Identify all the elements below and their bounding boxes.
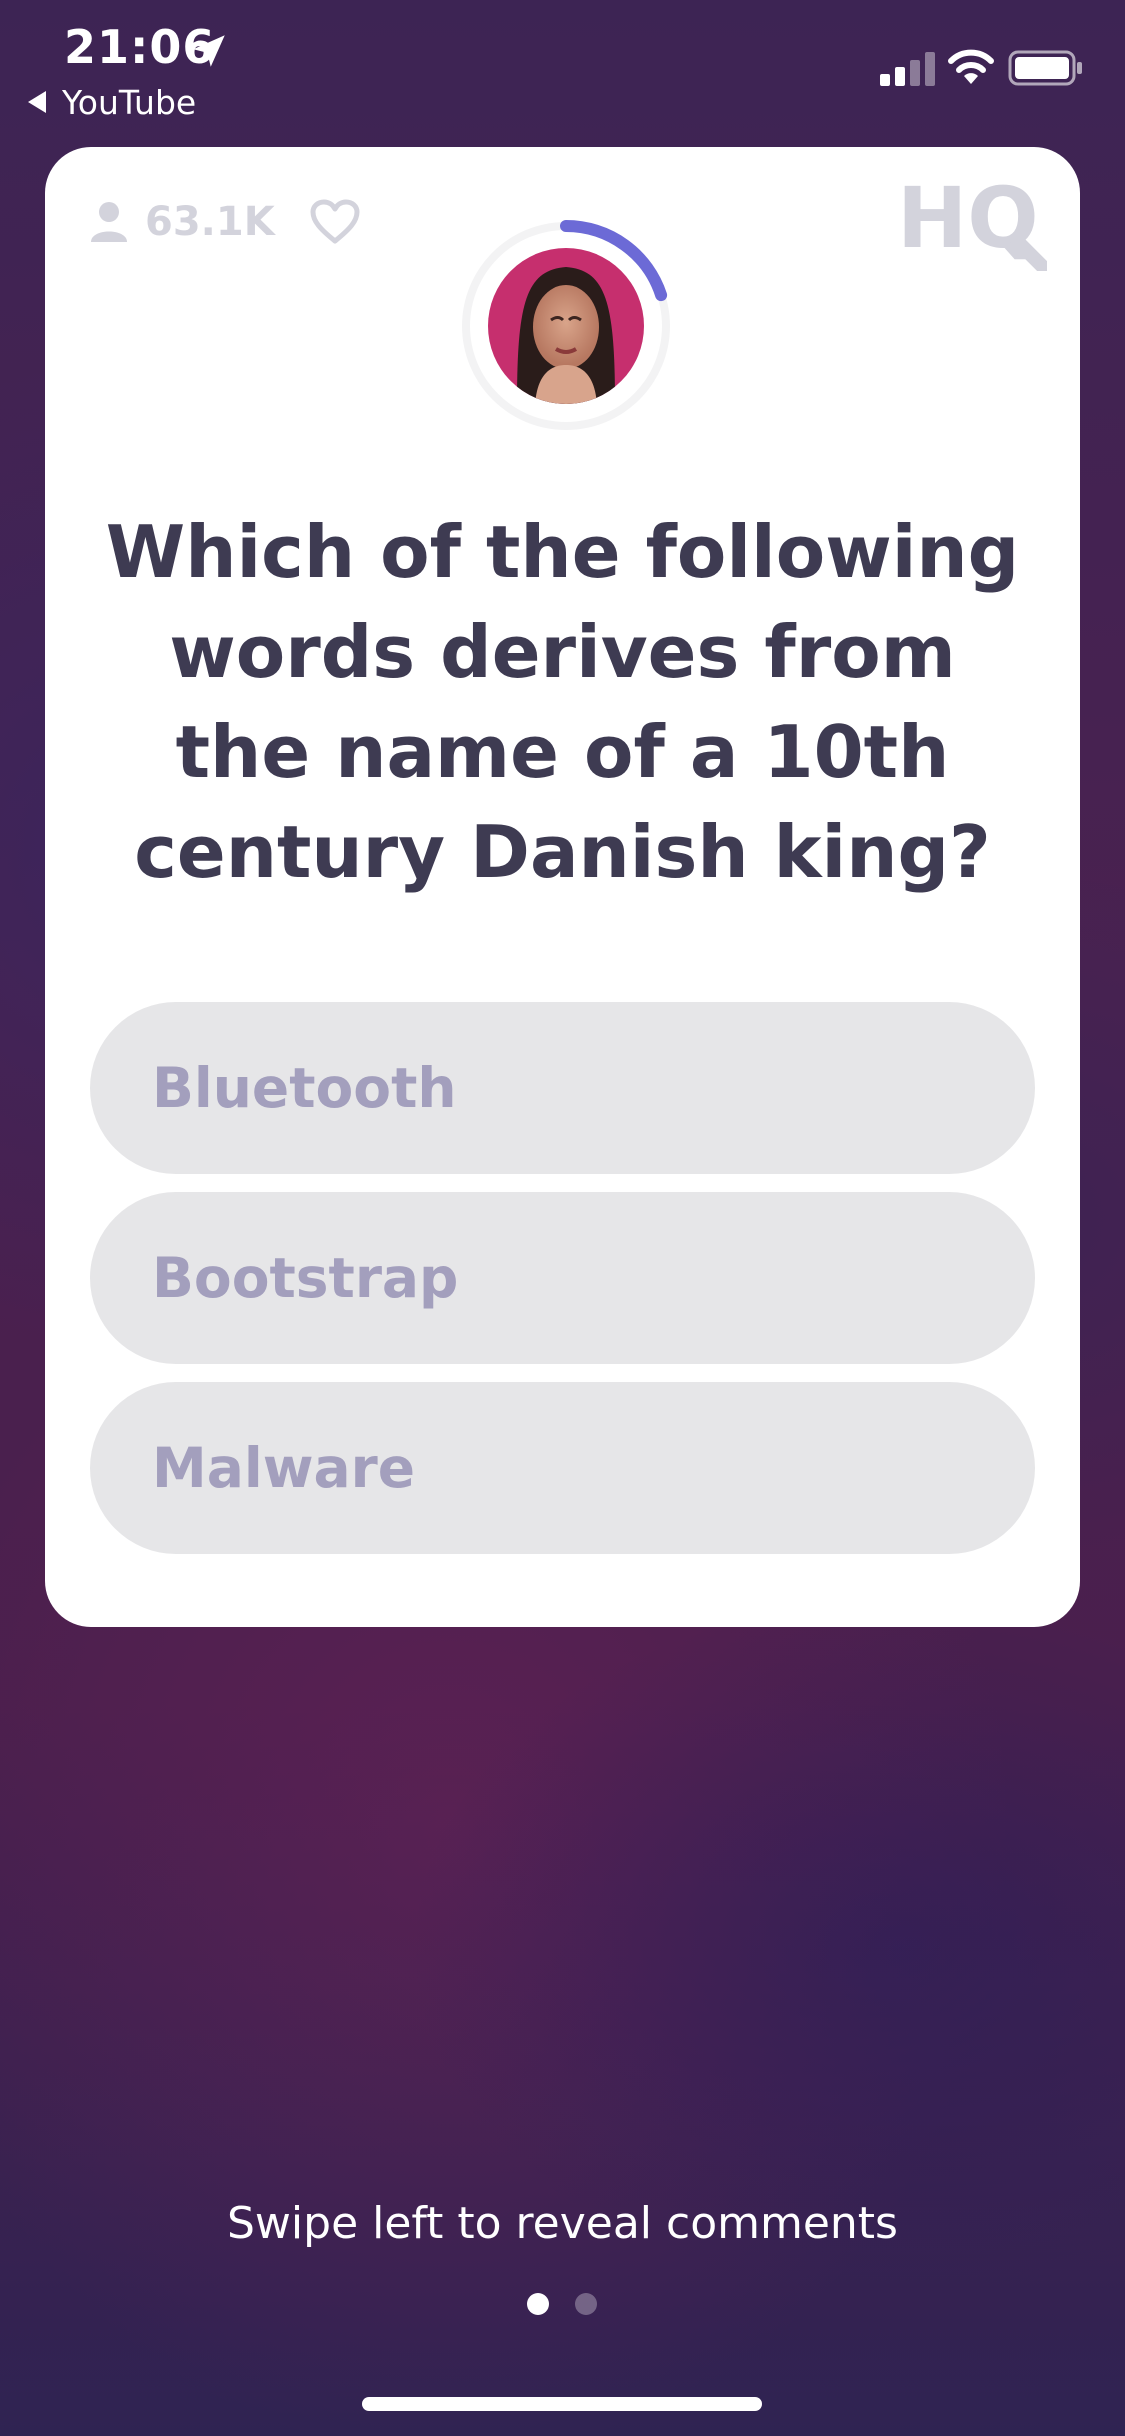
back-app-label: YouTube [62,82,197,122]
hq-logo-text: HQ [897,175,1039,267]
back-arrow-icon [28,91,46,113]
viewer-count-group: 63.1K [89,197,275,247]
answer-option-3[interactable]: Malware [90,1382,1035,1554]
back-to-app-link[interactable]: YouTube [28,82,196,122]
host-timer [462,220,670,430]
answer-option-1[interactable]: Bluetooth [90,1002,1035,1174]
viewer-count: 63.1K [145,199,275,245]
page-dot-active [527,2293,549,2315]
heart-icon[interactable] [310,199,360,245]
person-icon [91,202,127,242]
swipe-hint: Swipe left to reveal comments [227,2198,898,2249]
question-card: 63.1K HQ Which of the following words de… [45,147,1080,1627]
question-text: Which of the following words derives fro… [105,510,1020,894]
cellular-signal-icon [880,52,935,86]
page-dot [575,2293,597,2315]
wifi-icon [948,49,994,84]
battery-icon [1008,50,1082,86]
hq-trivia-screen: 21:06 YouTube 63.1K HQ Which of the foll… [0,0,1125,2436]
answer-option-2[interactable]: Bootstrap [90,1192,1035,1364]
hq-logo: HQ [897,175,1047,271]
location-arrow-icon [193,35,225,67]
page-indicator[interactable] [525,2293,605,2315]
home-indicator[interactable] [362,2397,762,2411]
